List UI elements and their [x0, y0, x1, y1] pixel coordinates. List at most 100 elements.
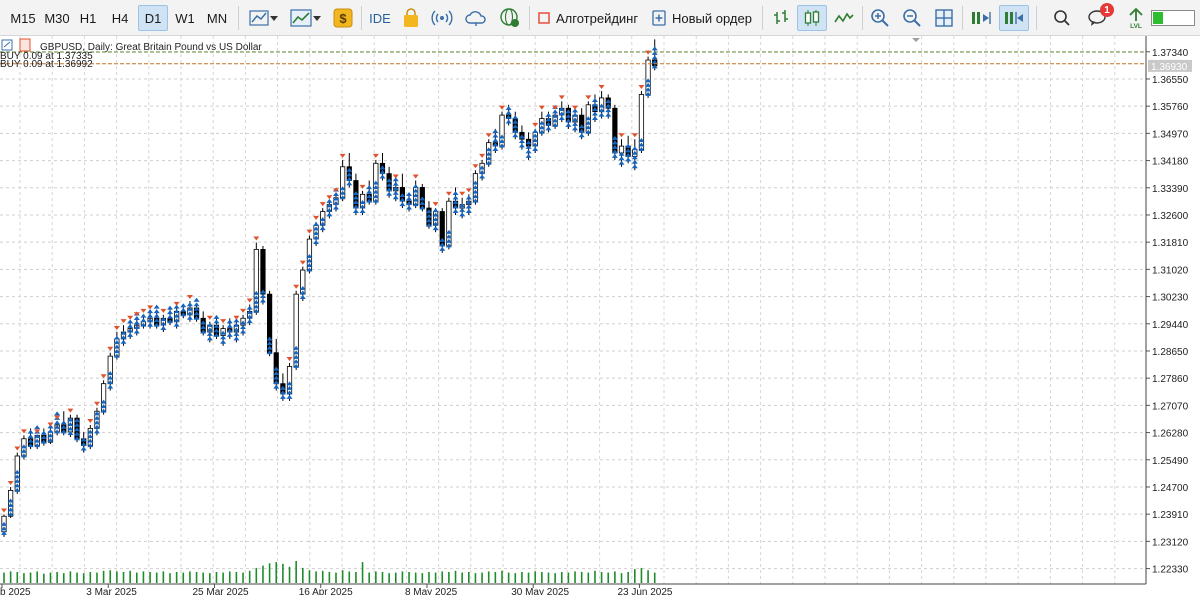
sell-arrow — [140, 308, 147, 313]
timeframe-m15-button[interactable]: M15 — [6, 5, 40, 31]
price-axis-label: 1.30230 — [1152, 293, 1189, 304]
date-axis-label: 3 Mar 2025 — [86, 587, 137, 595]
candlesticks-icon — [802, 9, 822, 27]
buy-arrow — [512, 115, 519, 120]
buy-arrow — [379, 174, 386, 179]
buy-arrow — [392, 195, 399, 200]
sell-arrow — [113, 326, 120, 331]
buy-arrow — [392, 181, 399, 186]
sell-arrow — [412, 174, 419, 179]
buy-arrow — [406, 196, 413, 201]
zoom-in-button[interactable] — [867, 5, 893, 31]
ide-button[interactable]: IDE — [366, 5, 394, 31]
toolbar-separator — [762, 6, 763, 30]
buy-arrow — [60, 420, 67, 425]
notifications-button[interactable]: 1 — [1084, 3, 1114, 31]
sell-arrow — [220, 319, 227, 324]
community-button[interactable] — [497, 5, 523, 31]
grid-icon — [934, 8, 954, 28]
buy-arrow — [359, 208, 366, 213]
svg-text:$: $ — [339, 11, 347, 26]
new-order-button[interactable]: Новый ордер — [648, 5, 756, 31]
bar-chart-button[interactable] — [768, 5, 794, 31]
tile-windows-button[interactable] — [931, 5, 957, 31]
price-axis-label: 1.34970 — [1152, 129, 1189, 140]
buy-arrow — [167, 314, 173, 319]
buy-arrow — [525, 153, 532, 158]
price-axis-label: 1.27860 — [1152, 374, 1189, 385]
buy-arrow — [206, 336, 213, 341]
chart-type-menu-button[interactable] — [286, 5, 326, 31]
buy-arrow — [352, 208, 359, 213]
market-button[interactable]: $ — [331, 5, 355, 31]
buy-arrow — [160, 326, 167, 331]
timeframe-mn-button[interactable]: MN — [202, 5, 232, 31]
chart-shift-button[interactable] — [999, 5, 1029, 31]
buy-arrow — [127, 319, 134, 324]
buy-arrow — [618, 156, 625, 161]
sell-arrow — [459, 191, 466, 196]
buy-arrow — [618, 160, 625, 165]
timeframe-h1-button[interactable]: H1 — [74, 5, 102, 31]
buy-arrow — [572, 126, 579, 131]
sell-arrow — [319, 202, 326, 207]
indicators-menu-button[interactable] — [245, 5, 283, 31]
buy-arrow — [186, 302, 193, 307]
buy-arrow — [651, 46, 658, 51]
buy-arrow — [406, 192, 413, 197]
level-progress-icon — [1151, 10, 1195, 26]
signals-button[interactable] — [430, 5, 454, 31]
chart-shift-icon — [1003, 9, 1025, 27]
buy-arrow — [505, 119, 512, 124]
buy-arrow — [153, 309, 160, 314]
sell-arrow — [445, 191, 452, 196]
buy-arrow — [147, 322, 154, 327]
buy-arrow — [333, 205, 339, 210]
timeframe-h4-button[interactable]: H4 — [105, 5, 135, 31]
search-icon — [1053, 9, 1071, 27]
level-button[interactable]: LVL — [1125, 5, 1147, 31]
candle-body — [260, 249, 266, 295]
sell-arrow — [7, 480, 14, 485]
timeframe-d1-button[interactable]: D1 — [138, 5, 168, 31]
broadcast-icon — [431, 9, 453, 27]
zoom-out-button[interactable] — [899, 5, 925, 31]
buy-arrow — [226, 323, 233, 328]
buy-arrow — [286, 394, 293, 399]
buy-arrow — [133, 315, 140, 320]
search-button[interactable] — [1050, 5, 1074, 31]
buy-arrow — [651, 55, 658, 60]
shopping-bag-button[interactable] — [400, 5, 422, 31]
cloud-vps-button[interactable] — [463, 5, 489, 31]
scroll-marker-icon[interactable] — [912, 38, 920, 42]
price-chart[interactable]: 1.37340 1.36550 1.35760 1.34970 1.34180 1.333… — [0, 36, 1200, 598]
timeframe-m30-button[interactable]: M30 — [41, 5, 73, 31]
price-axis-label: 1.37340 — [1152, 48, 1189, 59]
buy-arrow — [439, 246, 446, 251]
buy-arrow — [80, 446, 87, 451]
sell-arrow — [472, 164, 479, 169]
auto-scroll-button[interactable] — [967, 5, 995, 31]
buy-arrow — [220, 339, 227, 344]
buy-arrow — [505, 110, 512, 115]
sell-arrow — [392, 174, 399, 179]
price-axis-label: 1.28650 — [1152, 347, 1189, 358]
auto-scroll-icon — [970, 9, 992, 27]
date-axis-label: 8 May 2025 — [405, 587, 458, 595]
buy-arrow — [259, 298, 266, 303]
line-chart-button[interactable] — [831, 5, 857, 31]
buy-arrow — [226, 332, 233, 337]
candlestick-chart-button[interactable] — [797, 5, 827, 31]
symbol-icon — [1, 38, 31, 52]
sell-arrow — [299, 260, 306, 265]
sell-arrow — [67, 408, 74, 413]
sell-arrow — [485, 133, 492, 138]
buy-arrow — [346, 181, 353, 186]
timeframe-w1-button[interactable]: W1 — [170, 5, 200, 31]
algotrading-button[interactable]: Алготрейдинг — [534, 5, 646, 31]
order-lines — [0, 51, 1146, 65]
candle-body — [300, 269, 306, 295]
buy-arrow — [459, 207, 466, 212]
buy-arrow — [465, 195, 472, 200]
chart-area[interactable]: 1.37340 1.36550 1.35760 1.34970 1.34180 1.333… — [0, 36, 1200, 598]
